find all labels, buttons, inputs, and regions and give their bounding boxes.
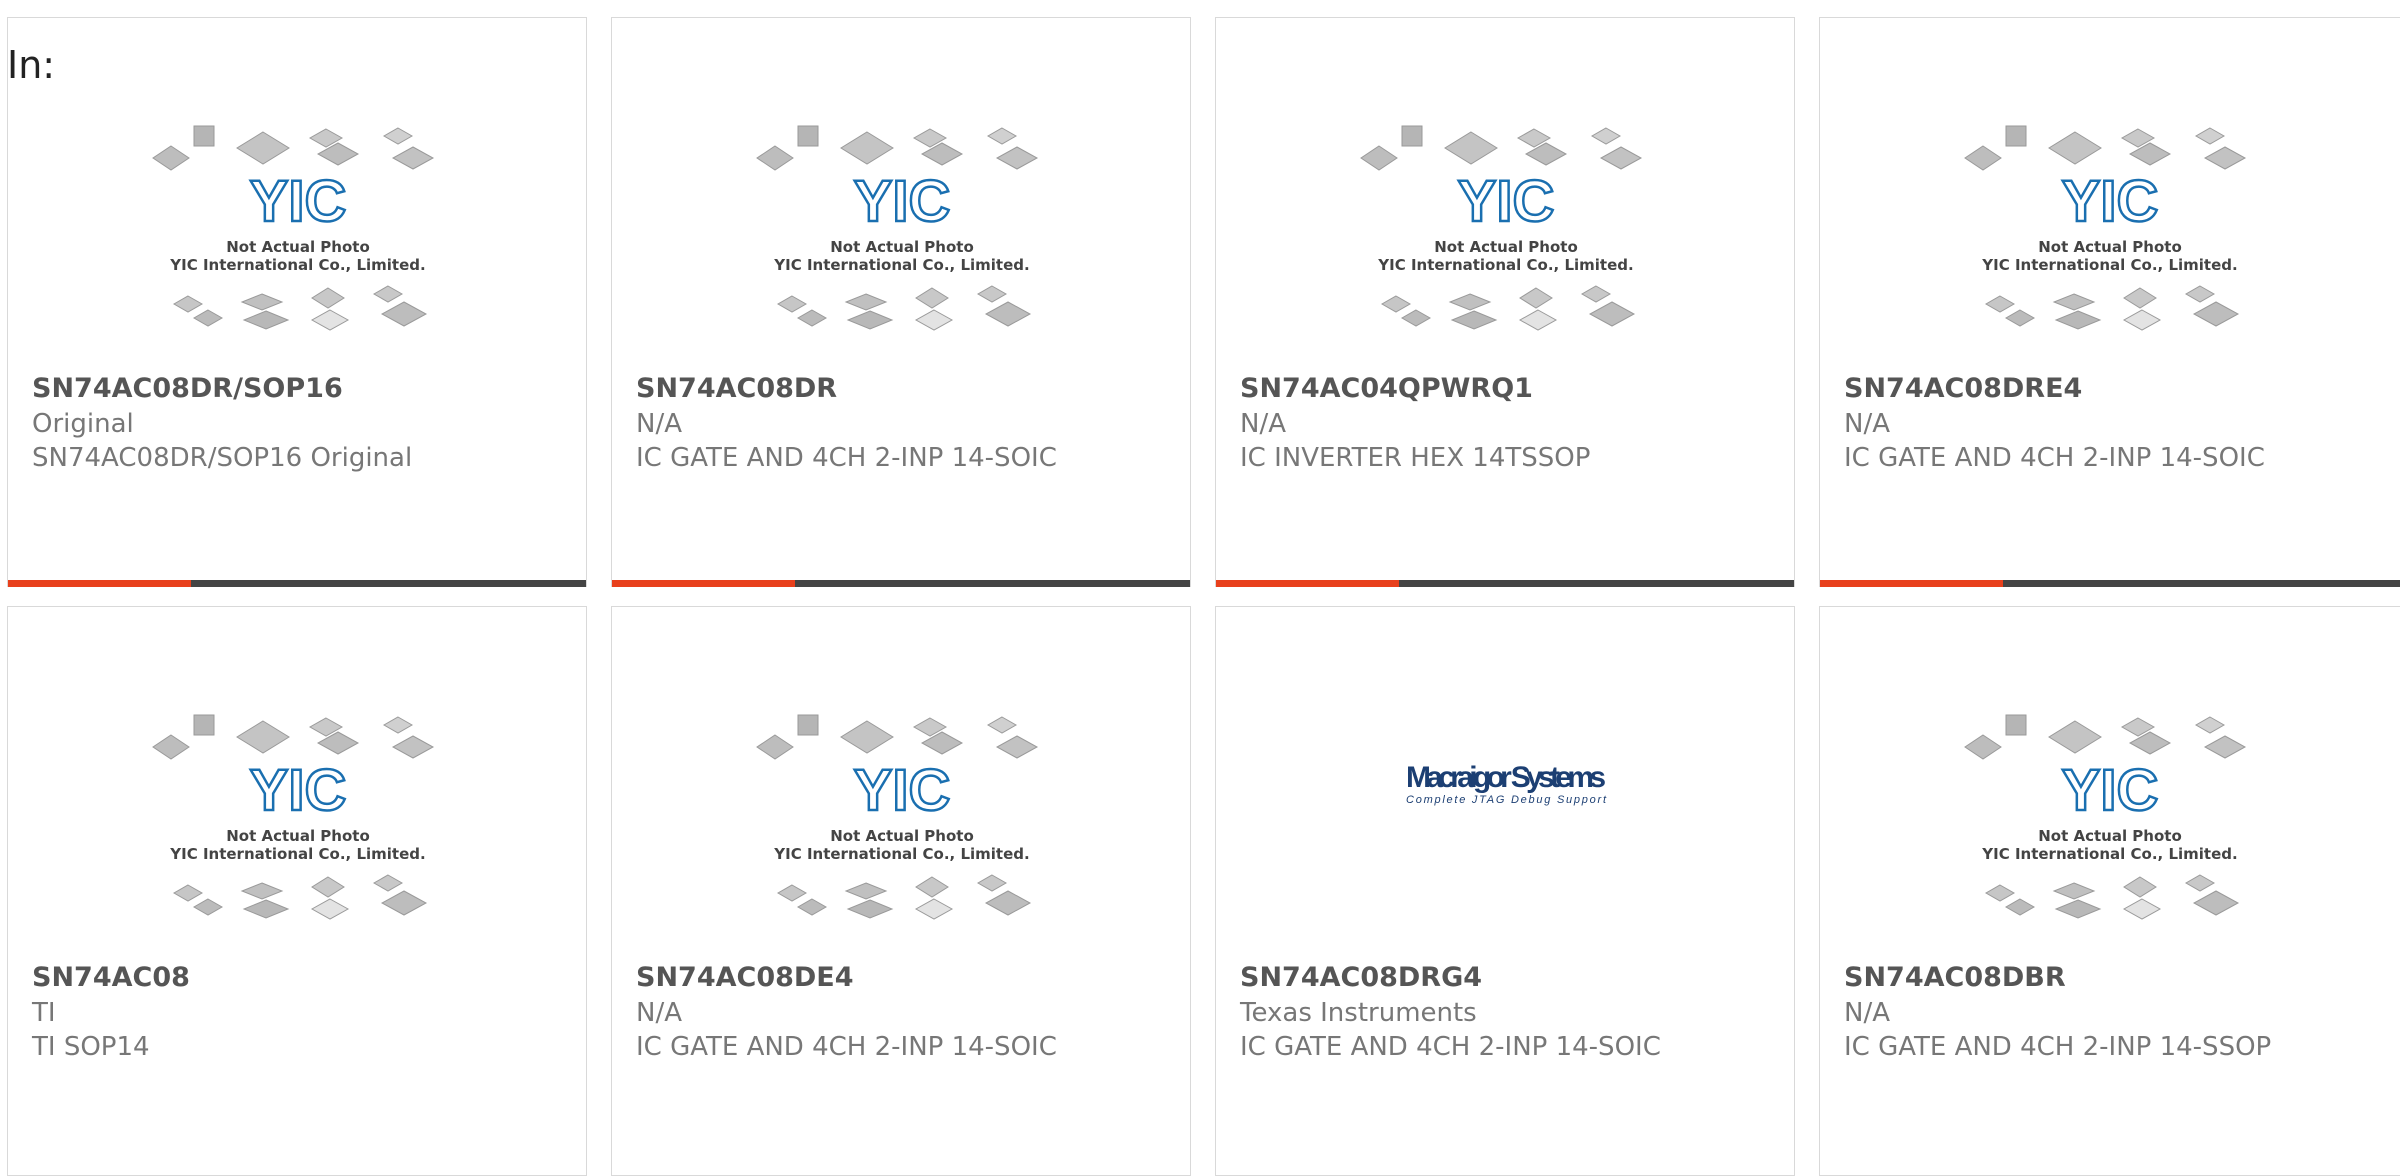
placeholder-company: YIC International Co., Limited.	[169, 256, 425, 274]
manufacturer: Texas Instruments	[1240, 998, 1477, 1028]
part-number[interactable]: SN74AC08	[32, 962, 190, 993]
macraigor-tagline: Complete JTAG Debug Support	[1406, 794, 1607, 806]
card-bar-accent	[612, 580, 795, 587]
manufacturer: N/A	[1240, 409, 1286, 439]
product-photo: YIC Not Actual Photo YIC International Co.…	[612, 96, 1190, 336]
yic-logo: YIC	[2062, 758, 2159, 823]
product-card[interactable]: YIC Not Actual Photo YIC International Co.…	[611, 17, 1191, 587]
yic-logo: YIC	[1458, 169, 1555, 234]
yic-placeholder-image: YIC Not Actual PhotoYIC International Co.…	[152, 714, 435, 920]
manufacturer: N/A	[1844, 409, 1890, 439]
card-bar-accent	[1820, 580, 2003, 587]
in-label: In:	[7, 43, 56, 87]
yic-placeholder-image: YIC Not Actual PhotoYIC International Co.…	[1964, 125, 2247, 331]
product-photo: YIC Not Actual Photo YIC International Co.…	[1216, 96, 1794, 336]
card-bar	[612, 580, 1190, 587]
chip-icon	[193, 125, 215, 147]
yic-placeholder-image: YIC Not Actual PhotoYIC International Co.…	[756, 714, 1039, 920]
card-bar-accent	[8, 580, 191, 587]
card-bar-accent	[1216, 580, 1399, 587]
yic-placeholder-image: YIC Not Actual PhotoYIC International Co.…	[1964, 714, 2247, 920]
yic-placeholder-image: YIC Not Actual PhotoYIC International Co.…	[152, 125, 435, 331]
placeholder-note: Not Actual Photo	[830, 827, 974, 845]
manufacturer: TI	[32, 998, 56, 1028]
manufacturer: N/A	[1844, 998, 1890, 1028]
placeholder-note: Not Actual Photo	[2038, 238, 2182, 256]
part-number[interactable]: SN74AC08DR/SOP16	[32, 373, 343, 404]
description: IC GATE AND 4CH 2-INP 14-SOIC	[636, 443, 1057, 473]
product-photo: Macraigor Systems Complete JTAG Debug Sup…	[1216, 685, 1794, 925]
placeholder-note: Not Actual Photo	[226, 238, 370, 256]
manufacturer: N/A	[636, 998, 682, 1028]
yic-logo: YIC	[250, 169, 347, 234]
description: IC GATE AND 4CH 2-INP 14-SOIC	[1240, 1032, 1661, 1062]
chip-icon	[1401, 125, 1423, 147]
manufacturer: Original	[32, 409, 134, 439]
yic-placeholder-image: YIC Not Actual PhotoYIC International Co.…	[1360, 125, 1643, 331]
placeholder-company: YIC International Co., Limited.	[773, 845, 1029, 863]
yic-placeholder-image: YIC Not Actual PhotoYIC International Co.…	[756, 125, 1039, 331]
product-photo: YIC Not Actual Photo YIC International Co.…	[612, 685, 1190, 925]
placeholder-note: Not Actual Photo	[830, 238, 974, 256]
chip-icon	[2005, 714, 2027, 736]
product-card[interactable]: YIC Not Actual Photo YIC International Co.…	[1215, 17, 1795, 587]
yic-logo: YIC	[250, 758, 347, 823]
product-card[interactable]: YIC Not Actual Photo YIC International Co.…	[611, 606, 1191, 1176]
product-card[interactable]: Macraigor Systems Complete JTAG Debug Sup…	[1215, 606, 1795, 1176]
macraigor-logo: Macraigor SystemsComplete JTAG Debug Sup…	[1406, 761, 1607, 806]
product-photo: YIC Not Actual Photo YIC International Co.…	[1820, 685, 2400, 925]
card-bar	[1216, 580, 1794, 587]
description: IC INVERTER HEX 14TSSOP	[1240, 443, 1591, 473]
macraigor-name: Macraigor Systems	[1406, 761, 1606, 794]
product-photo: YIC Not Actual Photo YIC International Co.…	[1820, 96, 2400, 336]
description: IC GATE AND 4CH 2-INP 14-SOIC	[636, 1032, 1057, 1062]
placeholder-company: YIC International Co., Limited.	[1981, 845, 2237, 863]
product-photo: YIC Not Actual Photo YIC International Co.…	[8, 685, 586, 925]
product-card[interactable]: YIC Not Actual Photo YIC International Co.…	[1819, 17, 2400, 587]
description: TI SOP14	[32, 1032, 150, 1062]
chip-icon	[193, 714, 215, 736]
placeholder-company: YIC International Co., Limited.	[1981, 256, 2237, 274]
chip-icon	[797, 714, 819, 736]
part-number[interactable]: SN74AC04QPWRQ1	[1240, 373, 1533, 404]
chip-icon	[2005, 125, 2027, 147]
part-number[interactable]: SN74AC08DR	[636, 373, 837, 404]
part-number[interactable]: SN74AC08DRG4	[1240, 962, 1482, 993]
product-photo: YIC Not Actual Photo YIC International Co.…	[8, 96, 586, 336]
part-number[interactable]: SN74AC08DE4	[636, 962, 854, 993]
description: SN74AC08DR/SOP16 Original	[32, 443, 413, 473]
yic-logo: YIC	[854, 169, 951, 234]
placeholder-company: YIC International Co., Limited.	[1377, 256, 1633, 274]
placeholder-company: YIC International Co., Limited.	[773, 256, 1029, 274]
placeholder-note: Not Actual Photo	[1434, 238, 1578, 256]
manufacturer: N/A	[636, 409, 682, 439]
card-bar	[8, 580, 586, 587]
part-number[interactable]: SN74AC08DBR	[1844, 962, 2066, 993]
placeholder-note: Not Actual Photo	[2038, 827, 2182, 845]
part-number[interactable]: SN74AC08DRE4	[1844, 373, 2082, 404]
card-bar	[1820, 580, 2400, 587]
description: IC GATE AND 4CH 2-INP 14-SOIC	[1844, 443, 2265, 473]
yic-logo: YIC	[854, 758, 951, 823]
placeholder-company: YIC International Co., Limited.	[169, 845, 425, 863]
yic-logo: YIC	[2062, 169, 2159, 234]
placeholder-note: Not Actual Photo	[226, 827, 370, 845]
chip-icon	[797, 125, 819, 147]
description: IC GATE AND 4CH 2-INP 14-SSOP	[1844, 1032, 2272, 1062]
product-card[interactable]: YIC Not Actual Photo YIC International Co.…	[7, 606, 587, 1176]
product-card[interactable]: YIC Not Actual Photo YIC International Co.…	[1819, 606, 2400, 1176]
product-card[interactable]: YIC Not Actual Photo YIC International Co.…	[7, 17, 587, 587]
